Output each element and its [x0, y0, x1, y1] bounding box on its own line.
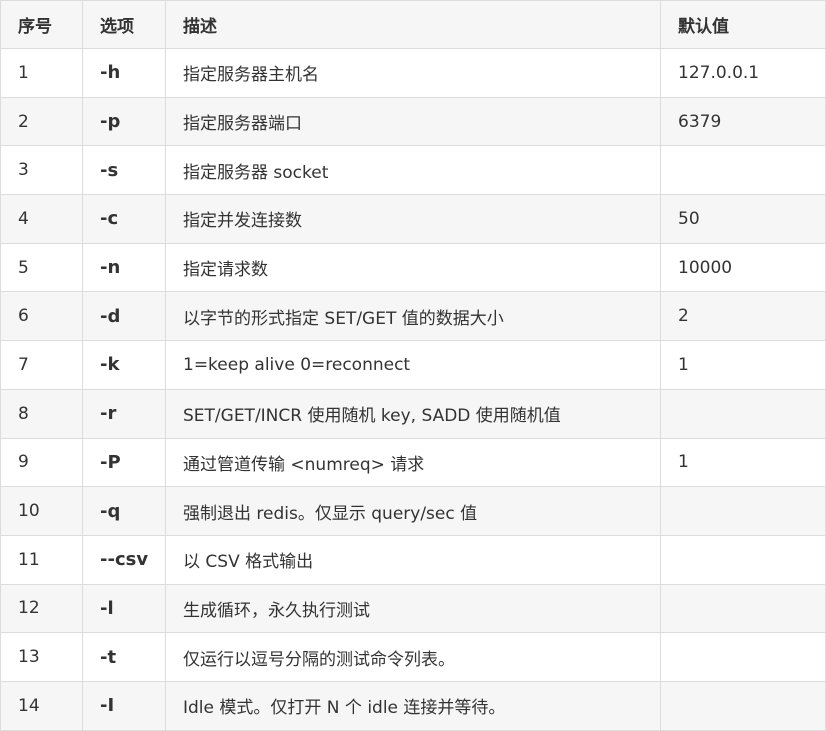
table-row: 12 -l 生成循环，永久执行测试	[0, 583, 826, 634]
description-cell: 1=keep alive 0=reconnect	[165, 340, 661, 390]
row-number-cell: 3	[0, 145, 83, 196]
description-cell: 指定并发连接数	[165, 194, 661, 244]
description-cell: SET/GET/INCR 使用随机 key, SADD 使用随机值	[165, 388, 661, 439]
table-row: 3 -s 指定服务器 socket	[0, 145, 826, 196]
row-number-cell: 10	[0, 486, 83, 536]
description-cell: 生成循环，永久执行测试	[165, 583, 661, 634]
row-number-cell: 8	[0, 388, 83, 439]
row-number-cell: 4	[0, 194, 83, 244]
row-number-cell: 2	[0, 96, 83, 147]
table-row: 6 -d 以字节的形式指定 SET/GET 值的数据大小 2	[0, 291, 826, 342]
description-cell: 指定服务器主机名	[165, 48, 661, 98]
description-cell: 通过管道传输 <numreq> 请求	[165, 437, 661, 488]
table-body: 1 -h 指定服务器主机名 127.0.0.1 2 -p 指定服务器端口 6379 3 -s 指定服…	[0, 48, 826, 731]
default-value-cell: 10000	[660, 242, 826, 293]
table-row: 2 -p 指定服务器端口 6379	[0, 96, 826, 147]
default-value-cell	[660, 534, 826, 585]
table-row: 14 -I Idle 模式。仅打开 N 个 idle 连接并等待。	[0, 680, 826, 731]
header-row: 序号 选项 描述 默认值	[0, 0, 826, 49]
description-cell: 指定请求数	[165, 242, 661, 293]
row-number-cell: 12	[0, 583, 83, 634]
row-number-cell: 1	[0, 48, 83, 98]
default-value-cell: 127.0.0.1	[660, 48, 826, 98]
default-value-cell: 6379	[660, 96, 826, 147]
row-number-cell: 7	[0, 340, 83, 390]
row-number-cell: 13	[0, 632, 83, 682]
table-row: 13 -t 仅运行以逗号分隔的测试命令列表。	[0, 632, 826, 682]
redis-benchmark-options-table: 序号 选项 描述 默认值 1 -h 指定服务器主机名 127.0.0.1 2 -p 指定服务…	[0, 0, 826, 731]
row-number-cell: 11	[0, 534, 83, 585]
description-cell: 以 CSV 格式输出	[165, 534, 661, 585]
option-cell: -d	[82, 291, 166, 342]
table-row: 4 -c 指定并发连接数 50	[0, 194, 826, 244]
default-value-cell	[660, 680, 826, 731]
option-cell: -p	[82, 96, 166, 147]
default-value-cell: 1	[660, 437, 826, 488]
row-number-cell: 6	[0, 291, 83, 342]
table-row: 1 -h 指定服务器主机名 127.0.0.1	[0, 48, 826, 98]
default-value-cell: 50	[660, 194, 826, 244]
row-number-cell: 5	[0, 242, 83, 293]
row-number-cell: 14	[0, 680, 83, 731]
table-row: 10 -q 强制退出 redis。仅显示 query/sec 值	[0, 486, 826, 536]
option-cell: -n	[82, 242, 166, 293]
description-cell: 仅运行以逗号分隔的测试命令列表。	[165, 632, 661, 682]
default-value-cell	[660, 632, 826, 682]
default-value-cell: 2	[660, 291, 826, 342]
table-row: 9 -P 通过管道传输 <numreq> 请求 1	[0, 437, 826, 488]
option-cell: -l	[82, 583, 166, 634]
option-cell: --csv	[82, 534, 166, 585]
default-value-cell: 1	[660, 340, 826, 390]
default-value-cell	[660, 486, 826, 536]
table-header: 序号 选项 描述 默认值	[0, 0, 826, 49]
option-cell: -k	[82, 340, 166, 390]
option-cell: -h	[82, 48, 166, 98]
option-cell: -P	[82, 437, 166, 488]
option-cell: -c	[82, 194, 166, 244]
option-cell: -I	[82, 680, 166, 731]
default-value-cell	[660, 145, 826, 196]
description-cell: Idle 模式。仅打开 N 个 idle 连接并等待。	[165, 680, 661, 731]
description-cell: 指定服务器 socket	[165, 145, 661, 196]
header-description: 描述	[165, 0, 661, 49]
header-option: 选项	[82, 0, 166, 49]
table-row: 11 --csv 以 CSV 格式输出	[0, 534, 826, 585]
description-cell: 以字节的形式指定 SET/GET 值的数据大小	[165, 291, 661, 342]
default-value-cell	[660, 388, 826, 439]
description-cell: 强制退出 redis。仅显示 query/sec 值	[165, 486, 661, 536]
option-cell: -q	[82, 486, 166, 536]
description-cell: 指定服务器端口	[165, 96, 661, 147]
table-row: 7 -k 1=keep alive 0=reconnect 1	[0, 340, 826, 390]
header-default: 默认值	[660, 0, 826, 49]
table-row: 8 -r SET/GET/INCR 使用随机 key, SADD 使用随机值	[0, 388, 826, 439]
option-cell: -r	[82, 388, 166, 439]
table-row: 5 -n 指定请求数 10000	[0, 242, 826, 293]
header-num: 序号	[0, 0, 83, 49]
default-value-cell	[660, 583, 826, 634]
row-number-cell: 9	[0, 437, 83, 488]
option-cell: -t	[82, 632, 166, 682]
option-cell: -s	[82, 145, 166, 196]
